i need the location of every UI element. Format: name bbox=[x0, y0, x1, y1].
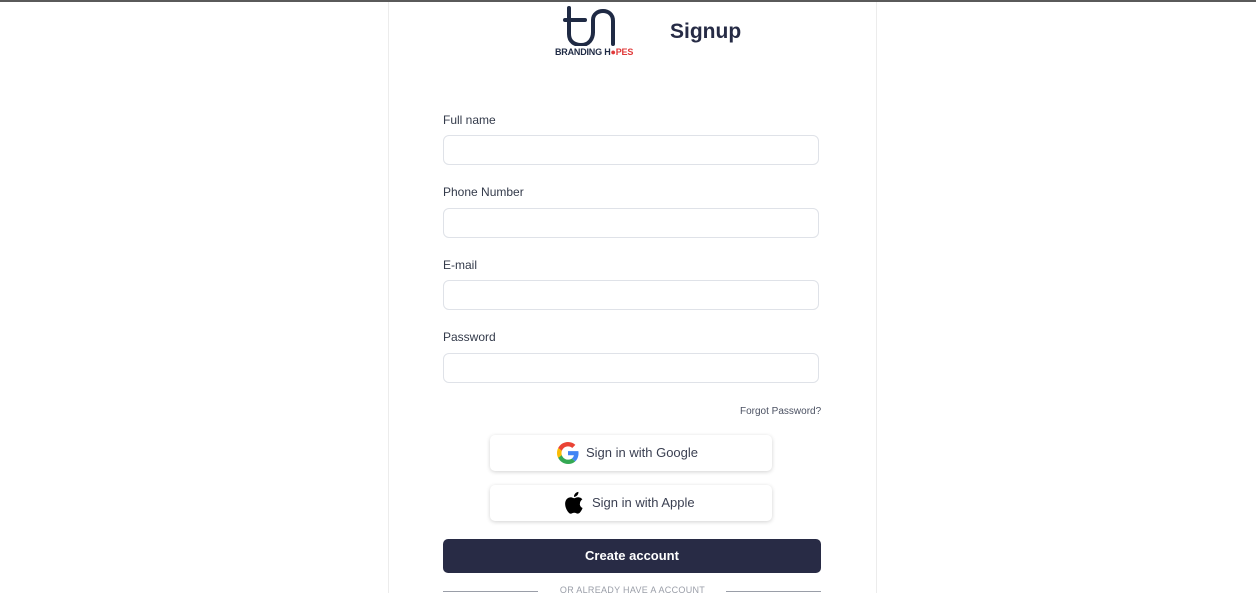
create-account-button[interactable]: Create account bbox=[443, 539, 821, 573]
password-field[interactable] bbox=[443, 353, 819, 383]
google-signin-button[interactable]: Sign in with Google bbox=[490, 435, 772, 471]
phone-number-field[interactable] bbox=[443, 208, 819, 238]
full-name-field[interactable] bbox=[443, 135, 819, 165]
divider-label: OR ALREADY HAVE A ACCOUNT bbox=[559, 585, 706, 595]
email-label: E-mail bbox=[443, 258, 478, 272]
page-title: Signup bbox=[670, 20, 742, 43]
brand-logo: BRANDING H●PES bbox=[555, 6, 633, 58]
google-signin-label: Sign in with Google bbox=[586, 445, 699, 460]
google-g-icon bbox=[557, 442, 579, 464]
forgot-password-link[interactable]: Forgot Password? bbox=[740, 406, 821, 417]
brand-logo-icon bbox=[563, 6, 615, 46]
divider-right bbox=[726, 591, 821, 592]
apple-signin-button[interactable]: Sign in with Apple bbox=[490, 485, 772, 521]
apple-signin-label: Sign in with Apple bbox=[592, 495, 695, 510]
apple-icon bbox=[562, 491, 584, 514]
full-name-label: Full name bbox=[443, 113, 496, 127]
brand-logo-text: BRANDING H●PES bbox=[555, 47, 634, 57]
email-field[interactable] bbox=[443, 280, 819, 310]
password-label: Password bbox=[443, 330, 496, 344]
phone-number-label: Phone Number bbox=[443, 185, 524, 199]
divider-left bbox=[443, 591, 538, 592]
